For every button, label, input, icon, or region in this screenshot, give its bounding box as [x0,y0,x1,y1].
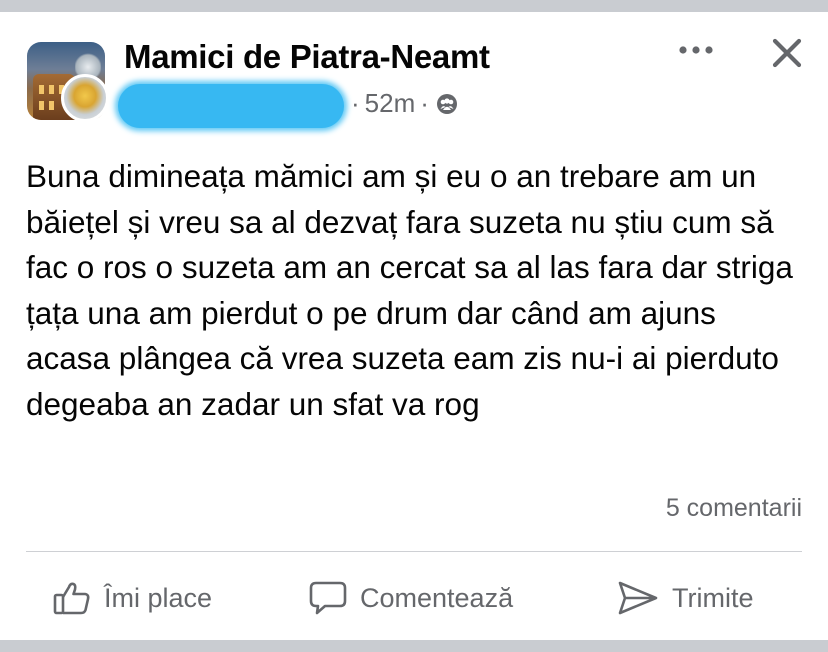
more-options-icon [679,46,713,54]
redacted-author-name [118,84,344,128]
post-meta: · 52m · [346,88,458,119]
comment-button[interactable]: Comentează [308,575,513,621]
comment-bubble-icon [309,581,347,615]
avatar-window [39,85,44,94]
post-timestamp[interactable]: 52m [365,88,416,119]
post-avatars[interactable] [27,42,111,126]
avatar-window [49,85,54,94]
share-label: Trimite [672,582,754,613]
author-avatar[interactable] [61,74,109,122]
like-button[interactable]: Îmi place [52,575,212,621]
avatar-window [39,101,44,110]
meta-separator: · [420,88,429,118]
avatar-window [49,101,54,110]
share-button[interactable]: Trimite [616,575,754,621]
group-name-link[interactable]: Mamici de Piatra-Neamt [124,38,490,76]
actions-divider [26,551,802,552]
close-button[interactable] [768,34,806,72]
bottom-separator-bar [0,640,828,652]
send-icon [618,581,658,615]
top-separator-bar [0,0,828,12]
more-options-button[interactable] [676,36,716,64]
post-card: Mamici de Piatra-Neamt · 52m · Buna dimi… [0,0,828,652]
group-audience-icon [436,93,457,114]
close-icon [772,38,802,68]
like-label: Îmi place [104,582,213,613]
comment-label: Comentează [360,582,514,613]
comments-count-link[interactable]: 5 comentarii [666,494,802,523]
meta-separator: · [351,88,360,118]
post-body-text: Buna dimineața mămici am și eu o an treb… [26,158,793,422]
thumbs-up-icon [53,582,90,615]
